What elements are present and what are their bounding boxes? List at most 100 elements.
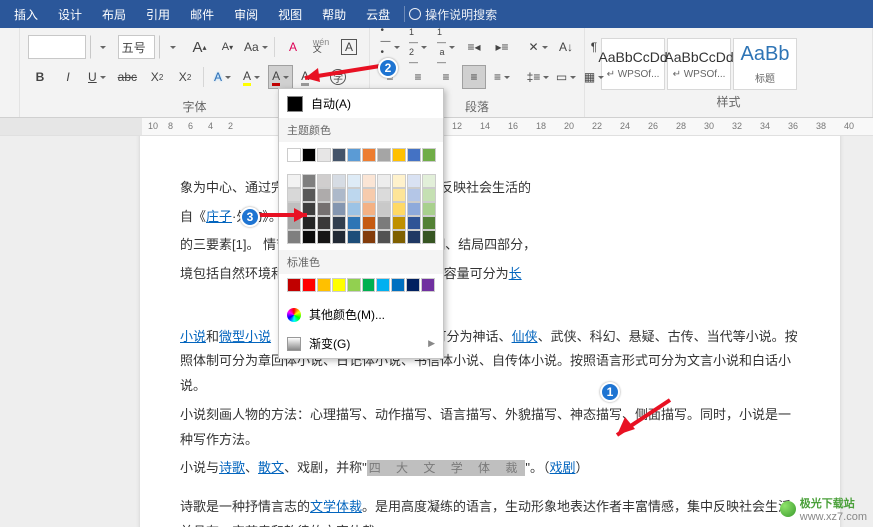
change-case-button[interactable]: Aa	[243, 35, 268, 59]
link-xianxia[interactable]: 仙侠	[512, 329, 538, 344]
subscript-button[interactable]: X2	[173, 65, 197, 89]
gradient-item[interactable]: 渐变(G) ▶	[279, 329, 443, 358]
color-swatch[interactable]	[317, 216, 331, 230]
color-swatch[interactable]	[407, 216, 421, 230]
link-novel[interactable]: 小说	[180, 329, 206, 344]
color-swatch[interactable]	[347, 230, 361, 244]
menu-references[interactable]: 引用	[136, 6, 180, 23]
color-swatch[interactable]	[302, 230, 316, 244]
link-drama[interactable]: 戏剧	[549, 460, 575, 475]
align-right-button[interactable]: ≡	[434, 65, 458, 89]
color-swatch[interactable]	[422, 216, 436, 230]
color-swatch[interactable]	[362, 148, 376, 162]
link-zhuangzi[interactable]: 庄子	[206, 209, 232, 224]
style-item-2[interactable]: AaBb标题	[733, 38, 797, 90]
highlight-button[interactable]: A	[239, 65, 264, 89]
color-swatch[interactable]	[332, 148, 346, 162]
align-center-button[interactable]: ≡	[406, 65, 430, 89]
color-swatch[interactable]	[377, 202, 391, 216]
color-swatch[interactable]	[422, 174, 436, 188]
color-swatch[interactable]	[332, 278, 346, 292]
tell-me[interactable]: 操作说明搜索	[409, 6, 497, 23]
italic-button[interactable]: I	[56, 65, 80, 89]
menu-view[interactable]: 视图	[268, 6, 312, 23]
color-swatch[interactable]	[362, 216, 376, 230]
char-border-button[interactable]: A	[337, 35, 361, 59]
color-swatch[interactable]	[377, 230, 391, 244]
link-prose[interactable]: 散文	[258, 460, 284, 475]
color-swatch[interactable]	[407, 148, 421, 162]
color-swatch[interactable]	[317, 188, 331, 202]
color-swatch[interactable]	[377, 188, 391, 202]
color-swatch[interactable]	[287, 148, 301, 162]
color-swatch[interactable]	[287, 174, 301, 188]
strike-button[interactable]: abc	[114, 65, 141, 89]
color-swatch[interactable]	[392, 188, 406, 202]
color-swatch[interactable]	[362, 174, 376, 188]
link-poetry[interactable]: 诗歌	[219, 460, 245, 475]
color-swatch[interactable]	[347, 278, 361, 292]
distributed-button[interactable]: ≡	[490, 65, 514, 89]
color-swatch[interactable]	[362, 230, 376, 244]
text-effect-button[interactable]: A	[210, 65, 235, 89]
color-swatch[interactable]	[362, 278, 376, 292]
color-swatch[interactable]	[302, 278, 316, 292]
color-swatch[interactable]	[302, 216, 316, 230]
bold-button[interactable]: B	[28, 65, 52, 89]
enclosed-char-button[interactable]: 字	[326, 65, 350, 89]
line-spacing-button[interactable]: ‡≡	[526, 65, 550, 89]
font-name-input[interactable]	[28, 35, 86, 59]
color-swatch[interactable]	[317, 230, 331, 244]
page[interactable]: 象为中心、通过完整的故事情节和环境描写来反映社会生活的 自《庄子·外物》。 的三…	[140, 136, 840, 527]
color-swatch[interactable]	[392, 148, 406, 162]
color-swatch[interactable]	[362, 202, 376, 216]
color-swatch[interactable]	[391, 278, 405, 292]
color-swatch[interactable]	[347, 216, 361, 230]
justify-button[interactable]: ≡	[462, 65, 486, 89]
sort-button[interactable]: A↓	[554, 35, 578, 59]
link-genre[interactable]: 文学体裁	[310, 499, 362, 514]
color-swatch[interactable]	[347, 188, 361, 202]
menu-layout[interactable]: 布局	[92, 6, 136, 23]
color-swatch[interactable]	[302, 148, 316, 162]
color-swatch[interactable]	[392, 216, 406, 230]
decrease-indent-button[interactable]: ≡◂	[462, 35, 486, 59]
color-swatch[interactable]	[422, 230, 436, 244]
color-swatch[interactable]	[406, 278, 420, 292]
underline-button[interactable]: U	[84, 65, 110, 89]
color-swatch[interactable]	[422, 202, 436, 216]
font-size-dd[interactable]	[159, 35, 183, 59]
color-swatch[interactable]	[302, 174, 316, 188]
color-swatch[interactable]	[347, 174, 361, 188]
color-swatch[interactable]	[422, 148, 436, 162]
font-size-input[interactable]	[118, 35, 156, 59]
menu-review[interactable]: 审阅	[224, 6, 268, 23]
font-name-dd[interactable]	[90, 35, 114, 59]
color-swatch[interactable]	[332, 230, 346, 244]
color-swatch[interactable]	[377, 148, 391, 162]
color-swatch[interactable]	[332, 202, 346, 216]
color-swatch[interactable]	[392, 230, 406, 244]
font-color-button[interactable]: A	[268, 65, 293, 89]
color-swatch[interactable]	[287, 278, 301, 292]
menu-insert[interactable]: 插入	[4, 6, 48, 23]
color-swatch[interactable]	[362, 188, 376, 202]
grow-font-button[interactable]: A▴	[187, 35, 211, 59]
color-swatch[interactable]	[392, 202, 406, 216]
color-swatch[interactable]	[332, 216, 346, 230]
color-swatch[interactable]	[287, 230, 301, 244]
link-long[interactable]: 长	[509, 266, 522, 281]
color-swatch[interactable]	[317, 278, 331, 292]
auto-color-item[interactable]: 自动(A)	[279, 89, 443, 118]
color-swatch[interactable]	[317, 202, 331, 216]
color-swatch[interactable]	[287, 188, 301, 202]
multilevel-button[interactable]: 1— a—	[434, 35, 458, 59]
link-micro[interactable]: 微型小说	[219, 329, 271, 344]
color-swatch[interactable]	[407, 188, 421, 202]
color-swatch[interactable]	[407, 230, 421, 244]
color-swatch[interactable]	[392, 174, 406, 188]
pinyin-guide-button[interactable]: wén文	[309, 35, 333, 59]
color-swatch[interactable]	[407, 202, 421, 216]
more-colors-item[interactable]: 其他颜色(M)...	[279, 300, 443, 329]
numbering-button[interactable]: 1—2—	[406, 35, 430, 59]
